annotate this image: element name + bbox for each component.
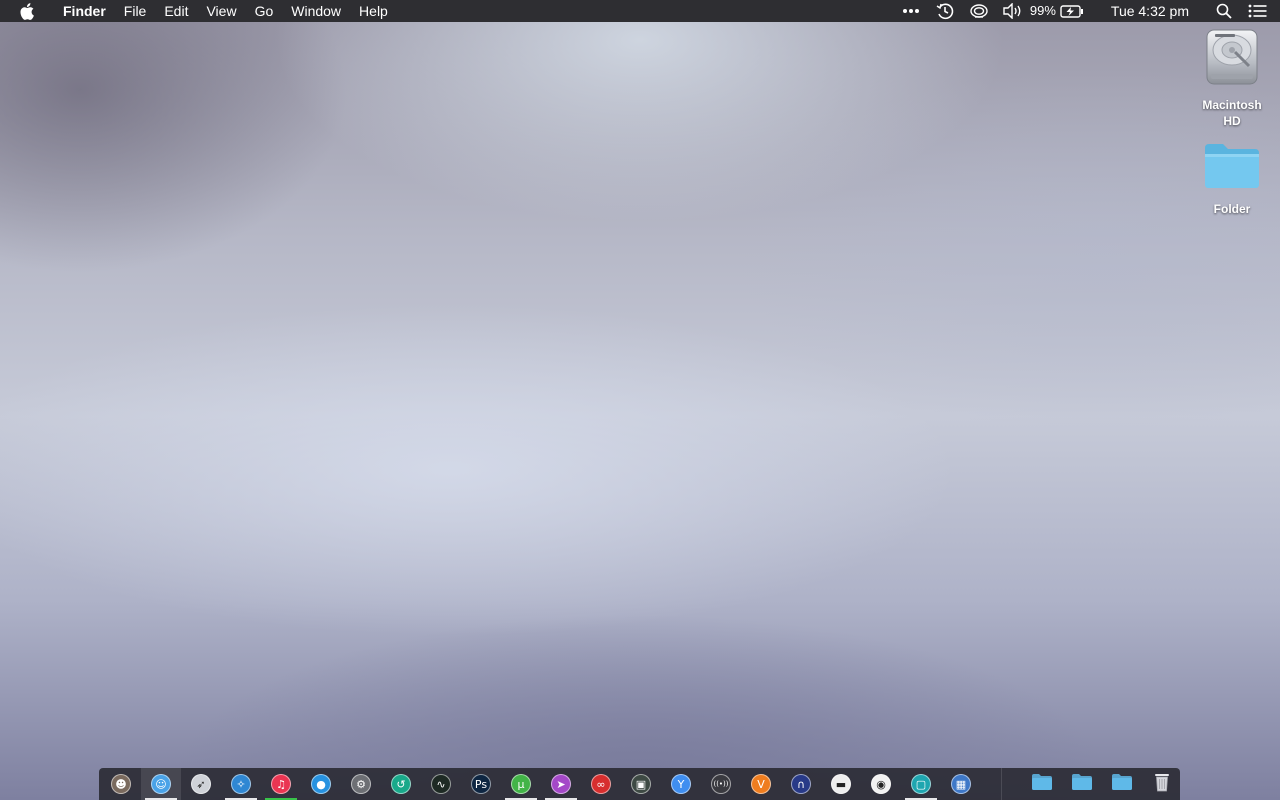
trash-icon (1154, 772, 1170, 797)
ps-icon: Ps (471, 774, 491, 794)
search-icon[interactable] (1213, 0, 1235, 22)
menu-file[interactable]: File (115, 0, 156, 22)
windows-icon: ▦ (951, 774, 971, 794)
menu-help[interactable]: Help (350, 0, 397, 22)
dock-app-photoshop[interactable]: Ps (461, 768, 501, 800)
dock-app-app-windows[interactable]: ▦ (941, 768, 981, 800)
activity-icon: ∿ (431, 774, 451, 794)
red-badge-icon: ∞ (591, 774, 611, 794)
dock-app-safari[interactable]: ✧ (221, 768, 261, 800)
mask-icon: ☻ (111, 774, 131, 794)
dock-separator (1001, 768, 1002, 800)
dock-app-music[interactable]: ♫ (261, 768, 301, 800)
dock-app-vlc[interactable]: V (741, 768, 781, 800)
dock-app-finder[interactable]: ☺ (141, 768, 181, 800)
applications-folder-icon (1031, 773, 1053, 796)
dock-app-app-headphones[interactable]: ∩ (781, 768, 821, 800)
torrent-icon: µ (511, 774, 531, 794)
purple-arrow-icon: ➤ (551, 774, 571, 794)
camera-icon: ◉ (871, 774, 891, 794)
dock-app-app-camera[interactable]: ◉ (861, 768, 901, 800)
desktop-icon-label: Folder (1213, 202, 1251, 216)
dock-app-app-mask[interactable]: ☻ (101, 768, 141, 800)
dock-app-launchpad[interactable]: ➶ (181, 768, 221, 800)
menu-edit[interactable]: Edit (155, 0, 197, 22)
rocket-icon: ➶ (191, 774, 211, 794)
broadcast-icon: ((•)) (711, 774, 731, 794)
desktop-icon-macintosh-hd[interactable]: Macintosh HD (1190, 28, 1274, 129)
card-reader-icon: ▬ (831, 774, 851, 794)
status-menus: 99% Tue 4:32 pm (894, 0, 1280, 22)
dock-downloads-folder[interactable] (1062, 768, 1102, 800)
time-machine-icon[interactable] (934, 0, 956, 22)
dock-trash[interactable] (1142, 768, 1182, 800)
folder-icon (1203, 142, 1261, 195)
dock-app-app-screen[interactable]: ▢ (901, 768, 941, 800)
finder-icon: ☺ (151, 774, 171, 794)
compass-icon: ✧ (231, 774, 251, 794)
screenshot-icon: ▢ (911, 774, 931, 794)
dock-app-activity-monitor[interactable]: ∿ (421, 768, 461, 800)
screen-mirroring-icon[interactable] (968, 0, 990, 22)
battery-percentage[interactable]: 99% (1030, 0, 1056, 22)
dock-app-app-purple[interactable]: ➤ (541, 768, 581, 800)
dock-app-app-signal[interactable]: ((•)) (701, 768, 741, 800)
dock-app-time-machine[interactable]: ↺ (381, 768, 421, 800)
volume-icon[interactable] (1002, 0, 1024, 22)
downloads-folder-icon (1071, 773, 1093, 796)
desktop-icon-folder[interactable]: Folder (1190, 142, 1274, 217)
desktop-icon-label: Macintosh HD (1202, 98, 1262, 128)
menu-bar: Finder File Edit View Go Window Help 99%… (0, 0, 1280, 22)
clock-arrow-icon: ↺ (391, 774, 411, 794)
dock-documents-folder[interactable] (1102, 768, 1142, 800)
vlc-icon: V (751, 774, 771, 794)
menu-window[interactable]: Window (282, 0, 350, 22)
apple-circle-icon: ● (311, 774, 331, 794)
documents-folder-icon (1111, 773, 1133, 796)
dock-applications-folder[interactable] (1022, 768, 1062, 800)
dock-app-system-preferences[interactable]: ⚙ (341, 768, 381, 800)
ellipsis-icon[interactable] (900, 0, 922, 22)
hard-drive-icon (1205, 28, 1259, 91)
menu-view[interactable]: View (197, 0, 245, 22)
settings-icon: ⚙ (351, 774, 371, 794)
y-shape-icon: Y (671, 774, 691, 794)
dock-app-app-blue-y[interactable]: Y (661, 768, 701, 800)
battery-charging-icon[interactable] (1059, 0, 1085, 22)
dock: ☻ ☺ ➶ ✧ ♫ ● ⚙ ↺ ∿ Ps µ ➤ ∞ ▣ Y ((•)) V ∩ ▬ ◉ ▢ ▦ (99, 768, 1180, 800)
dock-app-app-card[interactable]: ▬ (821, 768, 861, 800)
photo-frame-icon: ▣ (631, 774, 651, 794)
dock-app-app-photo[interactable]: ▣ (621, 768, 661, 800)
dock-app-app-store[interactable]: ● (301, 768, 341, 800)
menu-go[interactable]: Go (246, 0, 283, 22)
apple-logo-icon[interactable] (19, 2, 35, 20)
music-note-icon: ♫ (271, 774, 291, 794)
dock-app-utorrent[interactable]: µ (501, 768, 541, 800)
dock-app-app-red[interactable]: ∞ (581, 768, 621, 800)
headphones-icon: ∩ (791, 774, 811, 794)
menu-clock[interactable]: Tue 4:32 pm (1111, 0, 1189, 22)
notification-center-icon[interactable] (1247, 0, 1269, 22)
app-menu-finder[interactable]: Finder (54, 0, 115, 22)
